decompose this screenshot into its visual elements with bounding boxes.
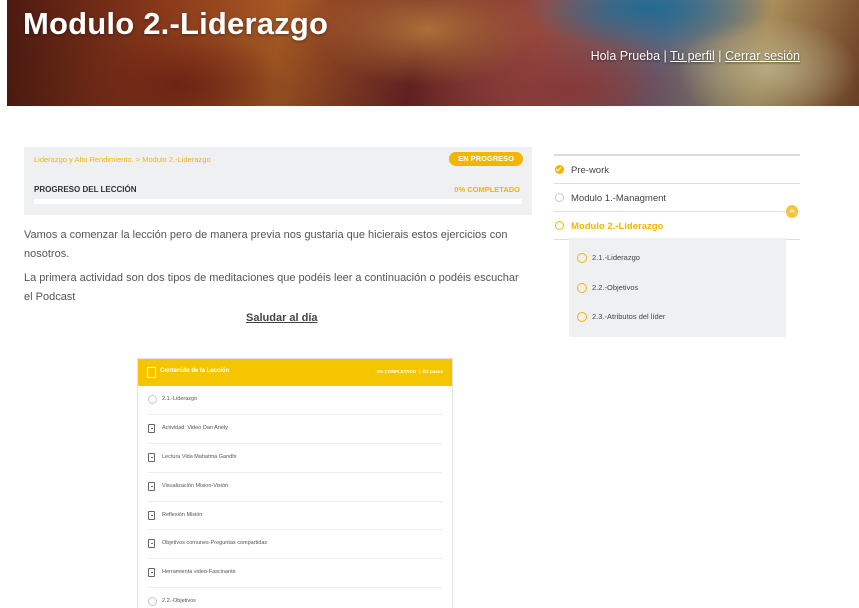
breadcrumb-course[interactable]: Liderazgo y Alto Rendimiento. xyxy=(34,155,134,164)
sidebar-item-label: Pre-work xyxy=(571,165,610,176)
lesson-item[interactable]: 2.1.-Liderazgo xyxy=(148,386,442,415)
document-icon xyxy=(148,539,155,549)
course-sidebar: Pre-work Modulo 1.-Managment Modulo 2.-L… xyxy=(554,154,800,240)
meta-separator: | xyxy=(418,369,420,374)
document-icon xyxy=(148,481,155,491)
sidebar-item-label: Modulo 1.-Managment xyxy=(571,193,667,204)
lesson-item[interactable]: Actividad: Video Dan Ariely xyxy=(148,415,442,444)
document-icon xyxy=(148,510,155,520)
sidebar-item-label: Modulo 2.-Liderazgo xyxy=(571,221,664,232)
progress-bar xyxy=(34,199,522,204)
sidebar-item-pre-work[interactable]: Pre-work xyxy=(554,156,800,184)
document-icon xyxy=(148,423,155,433)
user-nav: Hola Prueba | Tu perfil | Cerrar sesión xyxy=(591,49,800,63)
logout-link[interactable]: Cerrar sesión xyxy=(725,49,800,63)
progress-label: PROGRESO DEL LECCIÓN xyxy=(34,185,137,194)
profile-link[interactable]: Tu perfil xyxy=(670,49,715,63)
lesson-completed-text: 0% COMPLETADO xyxy=(376,369,417,374)
circle-icon xyxy=(577,312,587,322)
circle-icon xyxy=(555,193,564,202)
greeting-text: Hola Prueba xyxy=(590,49,661,63)
lesson-item-label: 2.1.-Liderazgo xyxy=(162,396,198,402)
breadcrumb: Liderazgo y Alto Rendimiento. > Modulo 2… xyxy=(34,155,211,164)
lesson-item[interactable]: Lectura Vida Mahatma Gandhi xyxy=(148,444,442,473)
status-badge: EN PROGRESO xyxy=(449,152,523,166)
lesson-content-header[interactable]: Contenido de la Lección 0% COMPLETADO | … xyxy=(138,359,452,386)
circle-icon xyxy=(555,221,564,230)
lesson-content-card: Contenido de la Lección 0% COMPLETADO | … xyxy=(137,358,453,608)
lesson-intro: Vamos a comenzar la lección pero de mane… xyxy=(24,226,524,312)
lesson-content-list: 2.1.-Liderazgo Actividad: Video Dan Ariel… xyxy=(138,386,452,608)
nav-separator: | xyxy=(663,49,667,63)
sidebar-subitem-label: 2.2.-Objetivos xyxy=(592,283,639,292)
lesson-content-meta: 0% COMPLETADO | 0/2 pasos xyxy=(377,369,443,374)
lesson-item[interactable]: Objetivos comunes-Preguntas compartidas xyxy=(148,530,442,560)
lesson-item-label: Herramienta video-Fascinante xyxy=(162,569,236,576)
chevron-up-icon[interactable] xyxy=(786,205,798,217)
sidebar-item-modulo-2[interactable]: Modulo 2.-Liderazgo xyxy=(554,205,800,240)
lesson-item-label: 2.2.-Objetivos xyxy=(162,598,196,605)
lesson-item-label: Reflexión Misión xyxy=(162,511,203,518)
sidebar-subitem-label: 2.1.-Liderazgo xyxy=(592,253,640,262)
circle-icon xyxy=(577,283,587,293)
circle-icon xyxy=(577,253,587,263)
intro-paragraph: Vamos a comenzar la lección pero de mane… xyxy=(24,229,508,260)
sidebar-subitem-label: 2.3.-Atributos del líder xyxy=(592,312,666,321)
document-icon xyxy=(147,367,156,378)
lesson-item[interactable]: 2.2.-Objetivos xyxy=(148,588,442,608)
document-icon xyxy=(148,452,155,462)
lesson-item-label: Visualización Mision-Visión xyxy=(162,482,229,489)
page-title: Modulo 2.-Liderazgo xyxy=(23,6,329,41)
nav-separator: | xyxy=(718,49,722,63)
lesson-item[interactable]: Reflexión Misión xyxy=(148,502,442,531)
lesson-progress-panel: Liderazgo y Alto Rendimiento. > Modulo 2… xyxy=(24,147,532,215)
lesson-item[interactable]: Herramienta video-Fascinante xyxy=(148,559,442,589)
lesson-item[interactable]: Visualización Mision-Visión xyxy=(148,473,442,502)
circle-icon xyxy=(148,395,157,404)
sidebar-subitems-panel: 2.1.-Liderazgo 2.2.-Objetivos 2.3.-Atrib… xyxy=(569,238,786,337)
header-banner: Modulo 2.-Liderazgo Hola Prueba | Tu per… xyxy=(7,0,859,106)
lesson-item-label: Actividad: Video Dan Ariely xyxy=(162,424,228,431)
document-icon xyxy=(148,568,155,578)
lesson-item-label: Objetivos comunes-Preguntas compartidas xyxy=(162,540,268,547)
breadcrumb-module[interactable]: Modulo 2.-Liderazgo xyxy=(142,155,210,164)
lesson-content-title: Contenido de la Lección xyxy=(160,368,230,374)
check-icon xyxy=(555,165,564,174)
lesson-steps-text: 0/2 pasos xyxy=(422,369,443,374)
sidebar-item-modulo-1[interactable]: Modulo 1.-Managment xyxy=(554,184,800,218)
lesson-item-label: Lectura Vida Mahatma Gandhi xyxy=(162,453,237,460)
circle-icon xyxy=(148,597,157,607)
progress-percent: 0% COMPLETADO xyxy=(454,185,520,194)
intro-paragraph: La primera actividad son dos tipos de me… xyxy=(24,272,519,303)
saludar-link[interactable]: Saludar al día xyxy=(246,312,318,324)
breadcrumb-separator: > xyxy=(135,155,141,164)
